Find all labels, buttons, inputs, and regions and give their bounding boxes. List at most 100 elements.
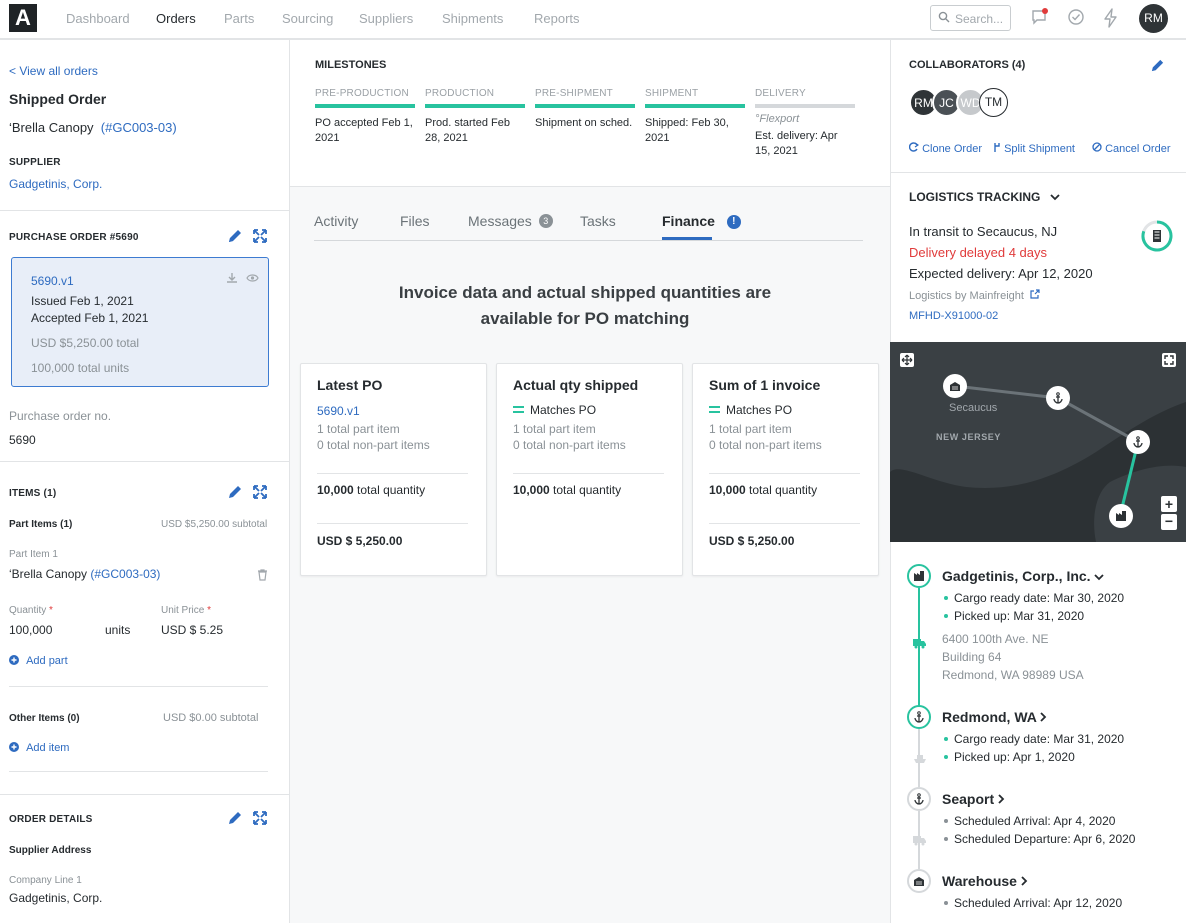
milestone-progress-bar	[755, 104, 855, 108]
tab-files[interactable]: Files	[400, 213, 430, 229]
chat-notification-icon[interactable]	[1031, 8, 1049, 26]
add-item-button[interactable]: Add item	[9, 742, 69, 754]
zoom-in-button[interactable]: +	[1161, 496, 1177, 512]
nav-sourcing[interactable]: Sourcing	[282, 11, 333, 26]
fullscreen-icon[interactable]	[1162, 353, 1176, 367]
timeline-event: Picked up: Apr 1, 2020	[944, 750, 1075, 764]
nav-suppliers[interactable]: Suppliers	[359, 11, 413, 26]
nav-orders[interactable]: Orders	[156, 11, 196, 26]
shipment-map[interactable]: Secaucus NEW JERSEY + −	[890, 342, 1186, 542]
tracking-number-link[interactable]: MFHD-X91000-02	[909, 310, 998, 322]
company-line-value[interactable]: Gadgetinis, Corp.	[9, 891, 102, 905]
map-city-label: Secaucus	[949, 402, 998, 414]
tab-tasks[interactable]: Tasks	[580, 213, 616, 229]
warehouse-icon	[914, 877, 924, 886]
edit-collaborators-icon[interactable]	[1150, 58, 1165, 73]
milestone-pre-shipment: PRE-SHIPMENT Shipment on sched.	[535, 88, 635, 131]
chevron-down-icon	[1050, 194, 1060, 201]
latest-po-link[interactable]: 5690.v1	[317, 404, 360, 418]
chevron-right-icon	[1021, 876, 1028, 886]
map-port-marker[interactable]	[1126, 430, 1150, 454]
timeline-stop-seaport[interactable]: Seaport	[942, 791, 1005, 807]
lightning-icon[interactable]	[1102, 8, 1120, 28]
truck-icon	[913, 836, 926, 846]
latest-po-quantity: 10,000 total quantity	[317, 483, 426, 497]
download-icon[interactable]	[226, 272, 238, 284]
clone-icon	[908, 142, 920, 152]
expand-items-icon[interactable]	[252, 484, 268, 500]
clone-order-button[interactable]: Clone Order	[908, 142, 982, 155]
expand-details-icon[interactable]	[252, 810, 268, 826]
anchor-icon	[1053, 392, 1063, 404]
messages-count-badge: 3	[538, 214, 553, 228]
timeline-node-port	[907, 705, 931, 729]
timeline-stop-warehouse[interactable]: Warehouse	[942, 873, 1028, 889]
plus-circle-icon	[9, 655, 19, 665]
logistics-provider-link[interactable]: Logistics by Mainfreight	[909, 289, 1040, 302]
search-input[interactable]: Search...	[930, 5, 1011, 31]
supplier-link[interactable]: Gadgetinis, Corp.	[9, 177, 102, 191]
part-item-label: Part Item 1	[9, 549, 58, 560]
view-eye-icon[interactable]	[246, 273, 259, 283]
tab-messages[interactable]: Messages 3	[468, 213, 553, 229]
timeline-stop-origin[interactable]: Gadgetinis, Corp., Inc.	[942, 568, 1105, 584]
timeline-event: Scheduled Departure: Apr 6, 2020	[944, 832, 1135, 846]
edit-po-icon[interactable]	[227, 228, 243, 244]
zoom-out-button[interactable]: −	[1161, 514, 1177, 530]
nav-shipments[interactable]: Shipments	[442, 11, 503, 26]
map-factory-marker[interactable]	[1109, 504, 1133, 528]
product-code-link[interactable]: (#GC003-03)	[101, 120, 177, 135]
tab-finance[interactable]: Finance !	[662, 213, 741, 229]
view-all-orders-link[interactable]: < View all orders	[9, 64, 98, 78]
milestone-shipment: SHIPMENT Shipped: Feb 30, 2021	[645, 88, 745, 146]
logistics-header[interactable]: LOGISTICS TRACKING	[909, 190, 1060, 204]
other-items-label: Other Items (0)	[9, 713, 80, 724]
truck-icon	[913, 639, 926, 649]
unit-price-field[interactable]: USD $ 5.25	[161, 623, 223, 637]
top-navigation: A Dashboard Orders Parts Sourcing Suppli…	[0, 0, 1186, 40]
map-state-label: NEW JERSEY	[936, 432, 1002, 442]
add-part-button[interactable]: Add part	[9, 655, 68, 667]
quantity-field[interactable]: 100,000	[9, 623, 52, 637]
search-icon	[938, 11, 950, 23]
milestone-progress-bar	[315, 104, 415, 108]
po-version-link[interactable]: 5690.v1	[31, 274, 74, 288]
delete-trash-icon[interactable]	[257, 569, 268, 581]
matches-po-status: Matches PO	[709, 403, 792, 417]
collaborator-avatar[interactable]: TM	[979, 88, 1008, 117]
origin-address-line: Redmond, WA 98989 USA	[942, 668, 1084, 682]
supplier-address-label: Supplier Address	[9, 845, 92, 856]
app-logo[interactable]: A	[9, 4, 37, 32]
tab-activity[interactable]: Activity	[314, 213, 358, 229]
nav-parts[interactable]: Parts	[224, 11, 254, 26]
invoice-quantity: 10,000 total quantity	[709, 483, 818, 497]
anchor-icon	[914, 793, 924, 805]
edit-details-icon[interactable]	[227, 810, 243, 826]
map-port-marker[interactable]	[1046, 386, 1070, 410]
nav-reports[interactable]: Reports	[534, 11, 580, 26]
actual-qty-card: Actual qty shipped Matches PO 1 total pa…	[496, 363, 683, 576]
user-avatar[interactable]: RM	[1139, 4, 1168, 33]
split-shipment-button[interactable]: Split Shipment	[993, 142, 1075, 155]
milestone-progress-bar	[535, 104, 635, 108]
actual-quantity: 10,000 total quantity	[513, 483, 622, 497]
supplier-label: SUPPLIER	[9, 157, 61, 168]
order-sidebar: < View all orders Shipped Order ‘Brella …	[0, 40, 290, 923]
chevron-down-icon	[1094, 574, 1105, 581]
equals-icon	[513, 406, 524, 413]
po-issued-date: Issued Feb 1, 2021	[31, 294, 134, 308]
po-version-card[interactable]: 5690.v1 Issued Feb 1, 2021 Accepted Feb …	[11, 257, 269, 387]
expand-po-icon[interactable]	[252, 228, 268, 244]
part-item-code-link[interactable]: (#GC003-03)	[90, 567, 160, 581]
map-warehouse-marker[interactable]	[943, 374, 967, 398]
transit-status: In transit to Secaucus, NJ	[909, 224, 1058, 239]
move-pan-icon[interactable]	[900, 353, 914, 367]
edit-items-icon[interactable]	[227, 484, 243, 500]
origin-address-line: 6400 100th Ave. NE	[942, 632, 1049, 646]
timeline-stop-redmond[interactable]: Redmond, WA	[942, 709, 1047, 725]
tasks-check-icon[interactable]	[1067, 8, 1085, 26]
cancel-order-button[interactable]: Cancel Order	[1092, 142, 1170, 155]
invoice-sum-card: Sum of 1 invoice Matches PO 1 total part…	[692, 363, 879, 576]
timeline-node-factory	[907, 564, 931, 588]
nav-dashboard[interactable]: Dashboard	[66, 11, 130, 26]
